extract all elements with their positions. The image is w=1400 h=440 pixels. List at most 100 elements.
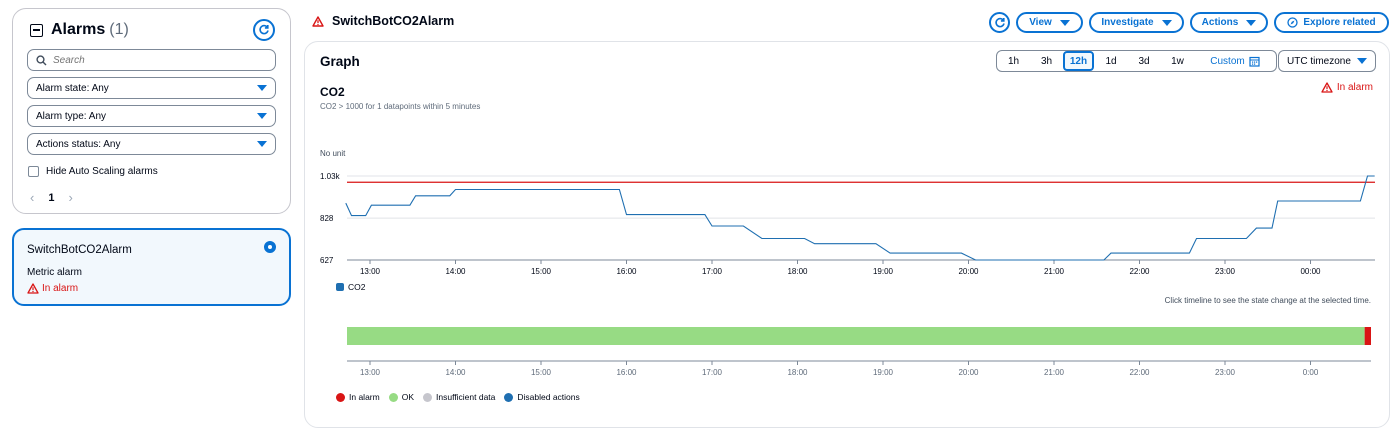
- chevron-down-icon: [257, 85, 267, 91]
- y-tick-label: 828: [320, 214, 334, 223]
- actions-status-filter[interactable]: Actions status: Any: [27, 133, 276, 155]
- range-custom-label: Custom: [1210, 55, 1245, 67]
- range-3d[interactable]: 3d: [1128, 51, 1160, 71]
- alarm-type-filter-label: Alarm type: Any: [36, 110, 107, 122]
- x-tick-label: 13:00: [360, 267, 381, 276]
- timeline-tick-label: 13:00: [360, 368, 381, 377]
- page-number[interactable]: 1: [48, 192, 54, 204]
- x-tick-label: 23:00: [1215, 267, 1236, 276]
- timeline-tick-label: 22:00: [1129, 368, 1150, 377]
- alarm-card-type: Metric alarm: [27, 267, 83, 278]
- actions-status-filter-label: Actions status: Any: [36, 138, 121, 150]
- state-timeline-chart[interactable]: 13:00 14:00 15:00 16:00 17:00 18:00 19:00 20:00…: [305, 317, 1391, 387]
- state-legend-label: OK: [401, 392, 414, 402]
- search-input[interactable]: [53, 54, 253, 66]
- timeline-tick-label: 17:00: [702, 368, 723, 377]
- range-1d[interactable]: 1d: [1094, 51, 1128, 71]
- alarm-condition: CO2 > 1000 for 1 datapoints within 5 min…: [320, 102, 481, 111]
- alarm-card-state-label: In alarm: [42, 283, 79, 294]
- alarm-list-panel: Alarms(1) Alarm state: Any Alarm type: A…: [12, 8, 291, 214]
- actions-button[interactable]: Actions: [1190, 12, 1268, 33]
- state-legend-item[interactable]: Insufficient data: [423, 392, 495, 402]
- range-1w[interactable]: 1w: [1160, 51, 1195, 71]
- x-tick-label: 15:00: [531, 267, 552, 276]
- refresh-list-button[interactable]: [253, 19, 275, 41]
- page-title-text: SwitchBotCO2Alarm: [332, 14, 455, 28]
- refresh-icon: [994, 17, 1005, 27]
- y-tick-label: 1.03k: [320, 172, 341, 181]
- state-legend: In alarm OK Insufficient data Disabled acti…: [336, 392, 580, 402]
- chevron-down-icon: [1357, 58, 1367, 64]
- state-legend-dot: [423, 392, 432, 402]
- warning-icon: [312, 15, 324, 27]
- alarm-type-filter[interactable]: Alarm type: Any: [27, 105, 276, 127]
- range-1h[interactable]: 1h: [997, 51, 1030, 71]
- state-legend-dot: [388, 392, 398, 402]
- range-custom[interactable]: Custom: [1195, 51, 1275, 71]
- x-tick-label: 19:00: [873, 267, 894, 276]
- chevron-down-icon: [257, 113, 267, 119]
- investigate-button-label: Investigate: [1101, 17, 1154, 28]
- timeline-tick-label: 14:00: [445, 368, 466, 377]
- timeline-tick-label: 23:00: [1215, 368, 1236, 377]
- explore-related-button[interactable]: Explore related: [1274, 12, 1389, 33]
- chevron-down-icon: [1161, 19, 1172, 26]
- calendar-icon: [1249, 56, 1260, 67]
- timeline-tick-label: 15:00: [531, 368, 552, 377]
- x-tick-label: 17:00: [702, 267, 723, 276]
- series-legend[interactable]: CO2: [336, 282, 365, 292]
- refresh-button[interactable]: [989, 12, 1010, 33]
- range-3h[interactable]: 3h: [1030, 51, 1063, 71]
- timeline-tick-label: 20:00: [958, 368, 979, 377]
- pagination: ‹ 1 ›: [30, 190, 73, 205]
- graph-alarm-state: In alarm: [1321, 82, 1373, 93]
- hide-autoscaling-checkbox[interactable]: [28, 166, 39, 177]
- state-segment: [1364, 327, 1371, 345]
- state-legend-label: Insufficient data: [436, 392, 496, 402]
- x-tick-label: 21:00: [1044, 267, 1065, 276]
- metric-name: CO2: [320, 85, 345, 99]
- alarm-count: (1): [109, 21, 129, 38]
- hide-autoscaling-toggle[interactable]: Hide Auto Scaling alarms: [28, 166, 158, 177]
- timeline-hint: Click timeline to see the state change a…: [1164, 296, 1371, 305]
- search-field[interactable]: [27, 49, 276, 71]
- alarm-card[interactable]: SwitchBotCO2Alarm Metric alarm In alarm: [12, 228, 291, 306]
- chevron-right-icon[interactable]: ›: [68, 190, 72, 205]
- explore-related-label: Explore related: [1303, 17, 1376, 28]
- series-legend-label: CO2: [348, 282, 366, 292]
- graph-title: Graph: [320, 54, 360, 69]
- alarm-state-filter-label: Alarm state: Any: [36, 82, 109, 94]
- compass-icon: [1287, 17, 1299, 28]
- chevron-down-icon: [257, 141, 267, 147]
- timezone-select[interactable]: UTC timezone: [1278, 50, 1376, 72]
- chevron-left-icon[interactable]: ‹: [30, 190, 34, 205]
- x-tick-label: 00:00: [1300, 267, 1321, 276]
- timeline-tick-label: 19:00: [873, 368, 894, 377]
- state-legend-item[interactable]: OK: [388, 392, 414, 402]
- alarm-list-title: Alarms: [51, 21, 106, 38]
- hide-autoscaling-label: Hide Auto Scaling alarms: [46, 166, 158, 177]
- state-legend-dot: [504, 392, 514, 402]
- alarm-state-filter[interactable]: Alarm state: Any: [27, 77, 276, 99]
- chevron-down-icon: [1059, 19, 1070, 26]
- state-legend-dot: [336, 392, 345, 402]
- state-segment: [347, 327, 1365, 345]
- x-tick-label: 16:00: [616, 267, 637, 276]
- view-button-label: View: [1029, 17, 1052, 28]
- timeline-tick-label: 0:00: [1303, 368, 1319, 377]
- chevron-down-icon: [1246, 19, 1257, 26]
- view-button[interactable]: View: [1016, 12, 1083, 33]
- state-legend-label: Disabled actions: [517, 392, 580, 402]
- investigate-button[interactable]: Investigate: [1089, 12, 1184, 33]
- range-12h[interactable]: 12h: [1063, 51, 1094, 71]
- x-tick-label: 14:00: [445, 267, 466, 276]
- state-legend-item[interactable]: In alarm: [336, 392, 380, 402]
- search-icon: [36, 54, 47, 65]
- timeline-tick-label: 16:00: [616, 368, 637, 377]
- alarm-select-radio[interactable]: [264, 241, 276, 253]
- collapse-icon[interactable]: [30, 23, 43, 37]
- actions-button-label: Actions: [1201, 17, 1239, 28]
- page-title: SwitchBotCO2Alarm: [312, 14, 454, 28]
- refresh-icon: [259, 24, 269, 35]
- state-legend-item[interactable]: Disabled actions: [504, 392, 580, 402]
